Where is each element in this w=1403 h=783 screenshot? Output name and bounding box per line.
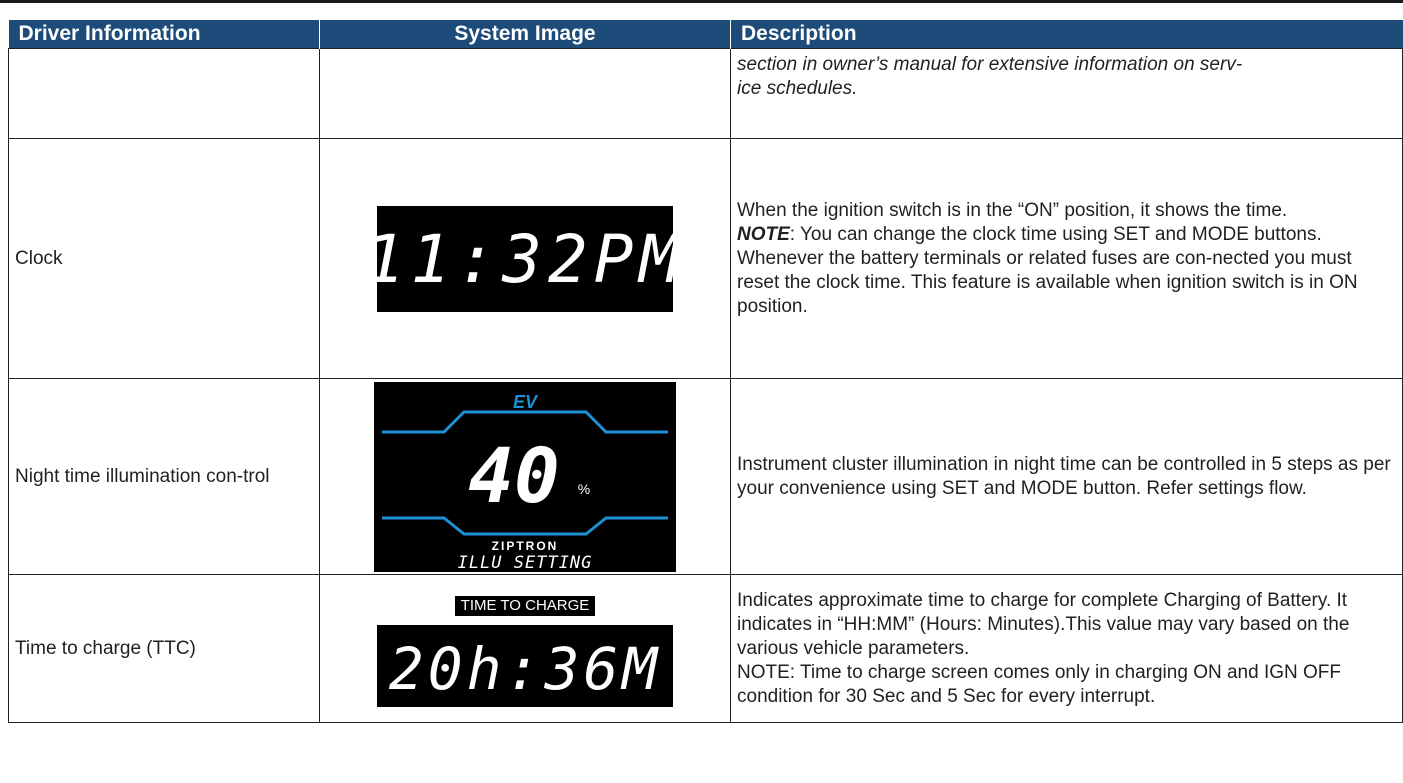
illumination-caption: ILLU SETTING [458, 553, 593, 572]
row-name-illumination: Night time illumination con-trol [8, 378, 320, 575]
illumination-unit: % [578, 481, 590, 497]
description-line: NOTE: Time to charge screen comes only i… [737, 661, 1342, 707]
description-line: Indicates approximate time to charge for… [737, 589, 1350, 659]
top-rule [0, 0, 1403, 3]
table-header-row: Driver Information System Image Descript… [8, 20, 1403, 49]
ev-badge: EV [513, 392, 539, 412]
ttc-display-text: 20h:36M [389, 635, 661, 703]
header-system-image: System Image [319, 20, 731, 49]
table-row: section in owner’s manual for extensive … [8, 48, 1403, 139]
row-description-clock: When the ignition switch is in the “ON” … [730, 138, 1403, 379]
row-description-ttc: Indicates approximate time to charge for… [730, 574, 1403, 723]
description-line: section in owner’s manual for extensive … [737, 54, 1243, 75]
clock-display-cell: 11:32PM [319, 138, 731, 379]
description-line: ice schedules. [737, 78, 858, 99]
row-name-ttc: Time to charge (TTC) [8, 574, 320, 723]
note-label: NOTE [737, 223, 790, 245]
table-row: Clock 11:32PM When the ignition switch i… [8, 138, 1403, 379]
header-description: Description [730, 20, 1403, 49]
row-name-empty [8, 48, 320, 139]
ttc-display-cell: TIME TO CHARGE 20h:36M [319, 574, 731, 723]
row-name-clock: Clock [8, 138, 320, 379]
illumination-value: 40 [468, 431, 560, 520]
description-line: Whenever the battery terminals or relate… [737, 247, 1358, 317]
illumination-lcd-display: EV 40 % ZIPTRON ILLU SETTING [374, 381, 676, 572]
row-description: section in owner’s manual for extensive … [730, 48, 1403, 139]
table-row: Time to charge (TTC) TIME TO CHARGE 20h:… [8, 574, 1403, 723]
row-description-illumination: Instrument cluster illumination in night… [730, 378, 1403, 575]
driver-info-table: Driver Information System Image Descript… [8, 20, 1403, 723]
description-line: When the ignition switch is in the “ON” … [737, 199, 1288, 221]
ttc-lcd-display: 20h:36M [377, 624, 673, 707]
header-driver-information: Driver Information [8, 20, 320, 49]
clock-lcd-display: 11:32PM [377, 205, 673, 312]
note-line: NOTE: You can change the clock time usin… [737, 223, 1396, 247]
ziptron-brand: ZIPTRON [492, 539, 559, 553]
illumination-display-cell: EV 40 % ZIPTRON ILLU SETTING [319, 378, 731, 575]
row-image-empty [319, 48, 731, 139]
ttc-label: TIME TO CHARGE [454, 595, 596, 616]
table-row: Night time illumination con-trol EV 40 %… [8, 378, 1403, 575]
clock-display-text: 11:32PM [377, 221, 673, 298]
note-text: : You can change the clock time using SE… [789, 223, 1322, 245]
